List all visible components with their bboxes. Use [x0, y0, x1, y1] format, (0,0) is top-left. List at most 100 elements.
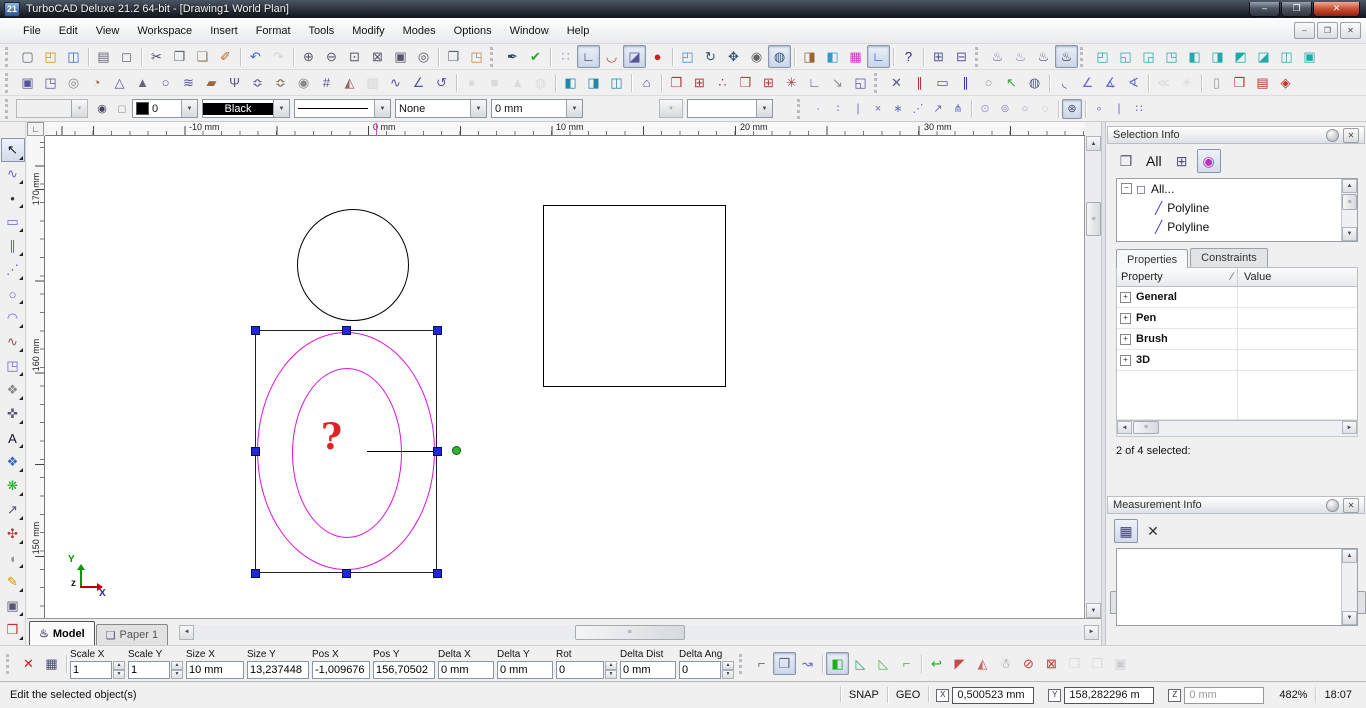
- pattern-radial-icon[interactable]: ✳: [780, 71, 803, 94]
- view-left-icon[interactable]: ◳: [1160, 45, 1183, 68]
- layer-lock-icon[interactable]: ◻: [112, 99, 132, 119]
- scroll-right-icon[interactable]: ►: [1084, 625, 1099, 640]
- union-2d-icon[interactable]: ◧: [559, 71, 582, 94]
- property-row-brush[interactable]: +Brush: [1117, 329, 1357, 350]
- canvas-horizontal-scrollbar[interactable]: ◄ ≡ ►: [179, 625, 1099, 640]
- redline-mode-icon[interactable]: ●: [646, 45, 669, 68]
- scroll-up-icon[interactable]: ▲: [1086, 136, 1101, 151]
- selection-handle-sw[interactable]: [251, 569, 260, 578]
- menu-tools[interactable]: Tools: [300, 21, 344, 41]
- expand-plus-icon[interactable]: +: [1120, 292, 1131, 303]
- property-row-3d[interactable]: +3D: [1117, 350, 1357, 371]
- snap-magnetic-icon[interactable]: ◡: [600, 45, 623, 68]
- expand-plus-icon[interactable]: +: [1120, 334, 1131, 345]
- move-tool-icon[interactable]: ✜: [1, 402, 25, 426]
- scale-x-spinner[interactable]: ▲▼: [113, 661, 125, 679]
- scrollbar-thumb[interactable]: ≡: [575, 625, 685, 640]
- fillet-icon[interactable]: ◟: [1053, 71, 1076, 94]
- save-file-icon[interactable]: ◫: [62, 45, 85, 68]
- scroll-left-icon[interactable]: ◄: [179, 625, 194, 640]
- render-wireframe-icon[interactable]: ♨: [986, 45, 1009, 68]
- circle-tool-icon[interactable]: ○: [1, 282, 25, 306]
- snap-aperture-icon[interactable]: ∘: [1089, 99, 1109, 119]
- workplane-facet-icon[interactable]: ⌐: [895, 652, 918, 675]
- snap-ortho-icon[interactable]: ∣: [1109, 99, 1129, 119]
- snap-toggle[interactable]: SNAP: [841, 689, 887, 701]
- measurement-delete-icon[interactable]: ✕: [1141, 519, 1165, 543]
- angle-3d-icon[interactable]: ∠: [407, 71, 430, 94]
- snowman-icon[interactable]: ☃: [994, 652, 1017, 675]
- layer-visibility-icon[interactable]: ◉: [92, 99, 112, 119]
- toolbar-grip[interactable]: [490, 47, 496, 67]
- surface-tool-icon[interactable]: ◖: [1, 546, 25, 570]
- format-painter-icon[interactable]: ✐: [214, 45, 237, 68]
- subtract-2d-icon[interactable]: ◨: [582, 71, 605, 94]
- chamfer-vertex-icon[interactable]: ∠: [1076, 71, 1099, 94]
- vertical-ruler[interactable]: 170 mm160 mm150 mm: [27, 136, 45, 618]
- toolbar-grip[interactable]: [739, 654, 745, 674]
- rot-spinner[interactable]: ▲▼: [605, 661, 617, 679]
- undo-icon[interactable]: ↶: [244, 45, 267, 68]
- rotation-handle[interactable]: [452, 446, 461, 455]
- construction-line-tool-icon[interactable]: ⋰: [1, 258, 25, 282]
- square-shape[interactable]: [543, 205, 726, 387]
- snap-arc-icon[interactable]: ↗: [928, 99, 948, 119]
- selection-handle-ne[interactable]: [433, 326, 442, 335]
- box-entity-icon[interactable]: ◱: [849, 71, 872, 94]
- library-palette-icon[interactable]: ◳: [465, 45, 488, 68]
- arc-tool-icon[interactable]: ◠: [1, 306, 25, 330]
- selection-handle-se[interactable]: [433, 569, 442, 578]
- snap-diagonal-icon[interactable]: ⋰: [908, 99, 928, 119]
- property-row-general[interactable]: +General: [1117, 287, 1357, 308]
- tree-expander-icon[interactable]: −: [1121, 183, 1132, 194]
- slice-3d-icon[interactable]: ▰: [200, 71, 223, 94]
- restore-button[interactable]: ❐: [1281, 2, 1312, 17]
- snap-vertex-icon[interactable]: ∙: [808, 99, 828, 119]
- scrollbar-thumb[interactable]: ≡: [1133, 421, 1159, 434]
- mdi-close-icon[interactable]: ✕: [1340, 22, 1361, 39]
- measurement-table-icon[interactable]: ▦: [1114, 519, 1138, 543]
- mdi-restore-icon[interactable]: ❐: [1317, 22, 1338, 39]
- toolbar-grip[interactable]: [1080, 47, 1086, 67]
- bend-arrow-icon[interactable]: ↝: [796, 652, 819, 675]
- toolbar-grip[interactable]: [5, 99, 11, 119]
- revert-arrow-icon[interactable]: ↩: [925, 652, 948, 675]
- vase-3d-icon[interactable]: Ψ: [223, 71, 246, 94]
- layer-combo[interactable]: 0 ▼: [132, 99, 198, 118]
- parallel-red-icon[interactable]: ∥: [908, 71, 931, 94]
- ucs-toggle-icon[interactable]: ∟: [867, 45, 890, 68]
- toolbar-grip[interactable]: [975, 47, 981, 67]
- empty-combo-wide[interactable]: ▼: [687, 99, 773, 118]
- expand-plus-icon[interactable]: +: [1120, 355, 1131, 366]
- size-x-field[interactable]: [186, 661, 244, 679]
- workplane-toggle-icon[interactable]: ◪: [623, 45, 646, 68]
- select-3d-mode-icon[interactable]: ⊟: [950, 45, 973, 68]
- view-iso-se-icon[interactable]: ▣: [1298, 45, 1321, 68]
- close-icon[interactable]: ✕: [1343, 498, 1359, 513]
- marker-tool-icon[interactable]: ✎: [1, 570, 25, 594]
- db-cylinder-2-icon[interactable]: ≎: [269, 71, 292, 94]
- wedge-tool-icon[interactable]: ❖: [1, 378, 25, 402]
- tab-properties[interactable]: Properties: [1116, 249, 1188, 268]
- new-file-icon[interactable]: ▢: [16, 45, 39, 68]
- scale-y-spinner[interactable]: ▲▼: [171, 661, 183, 679]
- fill-workplane-icon[interactable]: ◧: [826, 652, 849, 675]
- scrollbar-thumb[interactable]: ≡: [1086, 202, 1101, 236]
- pan-view-icon[interactable]: ✥: [722, 45, 745, 68]
- pin-icon[interactable]: [1326, 129, 1339, 142]
- size-y-field[interactable]: [247, 661, 309, 679]
- scroll-down-icon[interactable]: ▼: [1342, 227, 1357, 241]
- pos-x-field[interactable]: [312, 661, 370, 679]
- snap-center-icon[interactable]: ⊚: [995, 99, 1015, 119]
- edit-handles-icon[interactable]: ▣: [16, 71, 39, 94]
- box-tool-icon[interactable]: ◳: [1, 354, 25, 378]
- expand-plus-icon[interactable]: +: [1120, 313, 1131, 324]
- rect-circle-icon[interactable]: ◍: [1023, 71, 1046, 94]
- print-region-icon[interactable]: ▤: [1251, 71, 1274, 94]
- render-draft-icon[interactable]: ♨: [1032, 45, 1055, 68]
- copy-linear-icon[interactable]: ❒: [665, 71, 688, 94]
- view-back-icon[interactable]: ◲: [1137, 45, 1160, 68]
- property-row-pen[interactable]: +Pen: [1117, 308, 1357, 329]
- selection-handle-s[interactable]: [342, 569, 351, 578]
- toolbar-grip[interactable]: [797, 99, 803, 119]
